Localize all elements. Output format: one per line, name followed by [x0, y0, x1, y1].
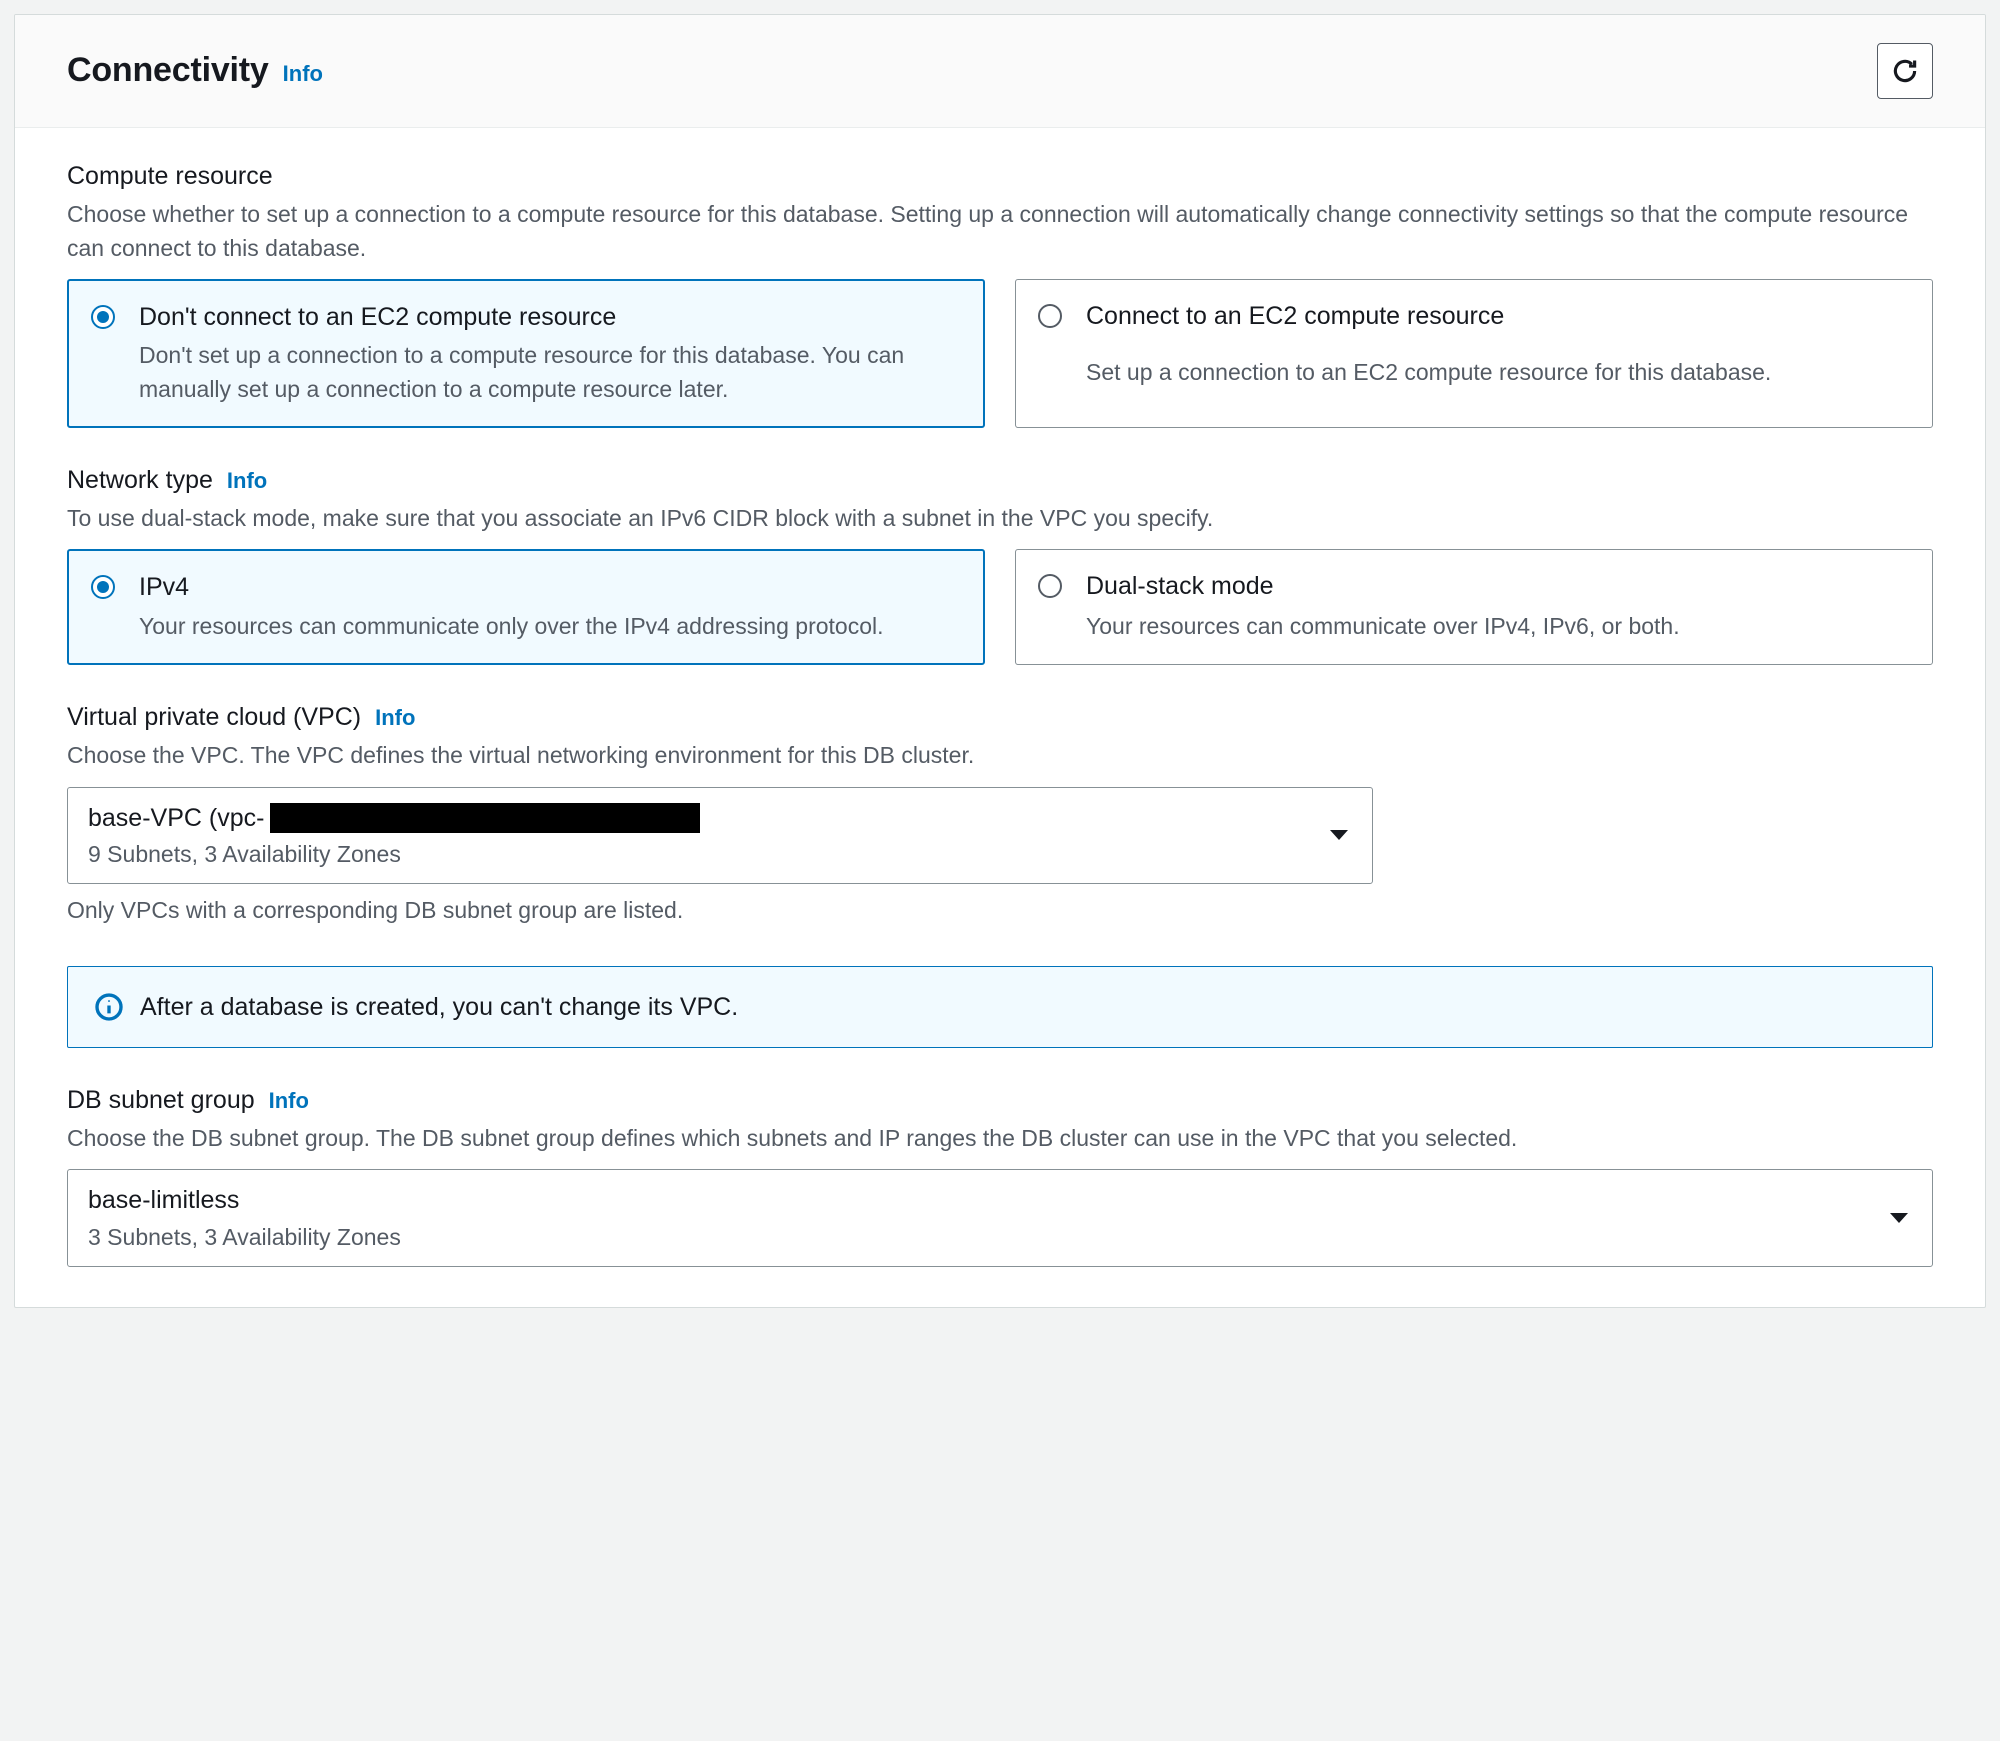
- refresh-icon: [1891, 57, 1919, 85]
- desc-vpc: Choose the VPC. The VPC defines the virt…: [67, 739, 1933, 772]
- section-subnet-group: DB subnet group Info Choose the DB subne…: [67, 1082, 1933, 1267]
- tile-ipv4[interactable]: IPv4 Your resources can communicate only…: [67, 549, 985, 665]
- tile-title: Don't connect to an EC2 compute resource: [139, 299, 961, 335]
- panel-header: Connectivity Info: [15, 15, 1985, 128]
- tile-desc: Set up a connection to an EC2 compute re…: [1086, 356, 1910, 407]
- select-subnet-group-value: base-limitless: [88, 1182, 1876, 1218]
- tiles-network-type: IPv4 Your resources can communicate only…: [67, 549, 1933, 665]
- section-compute-resource: Compute resource Choose whether to set u…: [67, 158, 1933, 428]
- panel-body: Compute resource Choose whether to set u…: [15, 128, 1985, 1307]
- connectivity-panel: Connectivity Info Compute resource Choos…: [14, 14, 1986, 1308]
- select-subnet-group-sub: 3 Subnets, 3 Availability Zones: [88, 1221, 1876, 1254]
- label-network-type: Network type Info: [67, 462, 1933, 498]
- alert-vpc: After a database is created, you can't c…: [67, 966, 1933, 1048]
- info-icon: [94, 992, 124, 1022]
- label-vpc-text: Virtual private cloud (VPC): [67, 699, 361, 735]
- radio-icon: [91, 575, 115, 599]
- desc-network-type: To use dual-stack mode, make sure that y…: [67, 502, 1933, 535]
- radio-icon: [1038, 304, 1062, 328]
- caret-down-icon: [1330, 830, 1348, 840]
- tile-dual-stack[interactable]: Dual-stack mode Your resources can commu…: [1015, 549, 1933, 665]
- radio-icon: [1038, 574, 1062, 598]
- label-network-type-text: Network type: [67, 462, 213, 498]
- label-subnet-group: DB subnet group Info: [67, 1082, 1933, 1118]
- desc-compute-resource: Choose whether to set up a connection to…: [67, 198, 1933, 265]
- label-compute-resource-text: Compute resource: [67, 158, 273, 194]
- tiles-compute-resource: Don't connect to an EC2 compute resource…: [67, 279, 1933, 428]
- label-subnet-group-text: DB subnet group: [67, 1082, 255, 1118]
- info-link-subnet-group[interactable]: Info: [269, 1085, 309, 1117]
- panel-title-wrap: Connectivity Info: [67, 46, 323, 95]
- redacted-vpc-id: [270, 803, 700, 833]
- refresh-button[interactable]: [1877, 43, 1933, 99]
- tile-dont-connect-ec2[interactable]: Don't connect to an EC2 compute resource…: [67, 279, 985, 428]
- info-link-vpc[interactable]: Info: [375, 702, 415, 734]
- panel-title: Connectivity: [67, 46, 269, 95]
- label-vpc: Virtual private cloud (VPC) Info: [67, 699, 1933, 735]
- radio-icon: [91, 305, 115, 329]
- tile-desc: Don't set up a connection to a compute r…: [139, 339, 961, 406]
- select-vpc-sub: 9 Subnets, 3 Availability Zones: [88, 838, 1316, 871]
- desc-subnet-group: Choose the DB subnet group. The DB subne…: [67, 1122, 1933, 1155]
- tile-title: Dual-stack mode: [1086, 568, 1910, 605]
- info-link-header[interactable]: Info: [283, 58, 323, 90]
- section-network-type: Network type Info To use dual-stack mode…: [67, 462, 1933, 665]
- tile-title: Connect to an EC2 compute resource: [1086, 298, 1910, 352]
- tile-desc: Your resources can communicate only over…: [139, 610, 961, 643]
- tile-connect-ec2[interactable]: Connect to an EC2 compute resource Set u…: [1015, 279, 1933, 428]
- info-link-network-type[interactable]: Info: [227, 465, 267, 497]
- alert-vpc-text: After a database is created, you can't c…: [140, 989, 738, 1025]
- caret-down-icon: [1890, 1213, 1908, 1223]
- label-compute-resource: Compute resource: [67, 158, 1933, 194]
- helper-vpc: Only VPCs with a corresponding DB subnet…: [67, 894, 1933, 927]
- tile-title: IPv4: [139, 569, 961, 605]
- select-vpc-value: base-VPC (vpc-: [88, 800, 1316, 836]
- select-subnet-group[interactable]: base-limitless 3 Subnets, 3 Availability…: [67, 1169, 1933, 1267]
- select-vpc[interactable]: base-VPC (vpc- 9 Subnets, 3 Availability…: [67, 787, 1373, 885]
- tile-desc: Your resources can communicate over IPv4…: [1086, 610, 1910, 644]
- section-vpc: Virtual private cloud (VPC) Info Choose …: [67, 699, 1933, 1048]
- select-vpc-value-prefix: base-VPC (vpc-: [88, 800, 264, 836]
